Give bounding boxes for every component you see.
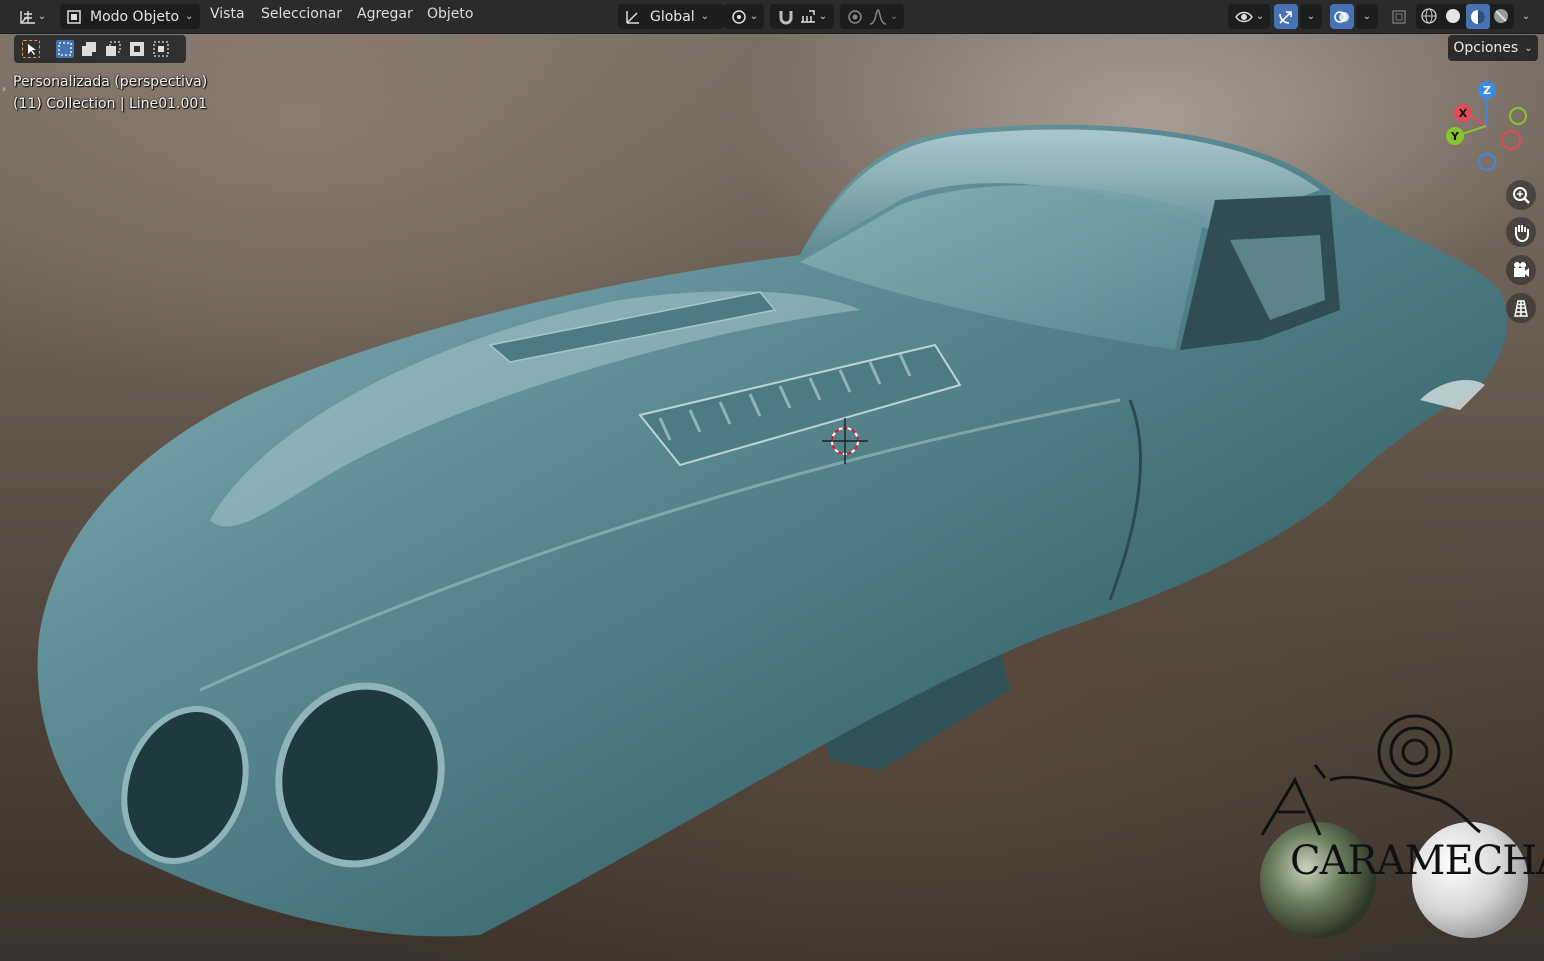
cursor-arrow-icon bbox=[28, 44, 36, 55]
chevron-down-icon: ⌄ bbox=[1524, 42, 1533, 54]
select-intersect-icon bbox=[153, 41, 169, 57]
xray-toggle-button[interactable] bbox=[1388, 4, 1410, 29]
overlays-toggle-button[interactable] bbox=[1330, 4, 1354, 29]
chevron-down-icon: ⌄ bbox=[185, 11, 194, 22]
proportional-editing-controls[interactable]: ⌄ bbox=[840, 4, 904, 29]
zoom-button[interactable] bbox=[1506, 180, 1536, 210]
view-name-label: Personalizada (perspectiva) bbox=[13, 74, 208, 90]
overlays-icon bbox=[1334, 10, 1349, 23]
xray-icon bbox=[1392, 9, 1406, 24]
mode-dropdown[interactable]: Modo Objeto ⌄ bbox=[60, 4, 200, 29]
pivot-icon bbox=[732, 9, 746, 24]
pan-button[interactable] bbox=[1506, 217, 1536, 247]
object-mode-icon bbox=[67, 9, 81, 24]
wireframe-sphere-icon bbox=[1421, 8, 1437, 24]
options-label: Opciones bbox=[1453, 40, 1519, 56]
chevron-down-icon: ⌄ bbox=[1521, 11, 1531, 22]
falloff-curve-icon bbox=[869, 8, 886, 25]
solid-shading-button[interactable] bbox=[1444, 7, 1462, 29]
snap-increment-icon bbox=[800, 9, 815, 23]
gizmo-toggle-button[interactable] bbox=[1274, 4, 1298, 29]
toolbar-expand-icon[interactable]: › bbox=[2, 84, 6, 95]
menu-objeto[interactable]: Objeto bbox=[423, 6, 477, 22]
select-mode-subtract-button[interactable] bbox=[104, 40, 122, 58]
transform-orientation-label: Global bbox=[650, 8, 695, 25]
select-mode-new-button[interactable] bbox=[56, 40, 74, 58]
mode-label: Modo Objeto bbox=[90, 8, 180, 25]
transform-orientation-dropdown[interactable]: Global ⌄ bbox=[618, 4, 724, 29]
chevron-down-icon: ⌄ bbox=[889, 11, 899, 22]
editor-type-button[interactable]: ⌄ bbox=[14, 4, 50, 29]
gizmo-arrow-icon bbox=[1279, 10, 1292, 24]
select-new-icon bbox=[58, 42, 72, 56]
select-invert-icon bbox=[130, 42, 144, 56]
hand-icon bbox=[1515, 225, 1529, 242]
solid-sphere-icon bbox=[1446, 9, 1460, 23]
visibility-dropdown[interactable]: ⌄ bbox=[1228, 4, 1270, 29]
watermark-text: CARAMECHA bbox=[1290, 838, 1544, 884]
rendered-shading-button[interactable] bbox=[1492, 7, 1510, 29]
chevron-down-icon: ⌄ bbox=[1362, 11, 1372, 22]
gizmo-axis-z[interactable]: Z bbox=[1478, 81, 1496, 99]
rendered-sphere-icon bbox=[1494, 9, 1508, 23]
chevron-down-icon: ⌄ bbox=[700, 11, 710, 22]
proportional-edit-icon bbox=[848, 9, 862, 24]
menu-vista[interactable]: Vista bbox=[206, 6, 249, 22]
material-sphere-icon bbox=[1471, 9, 1485, 24]
viewport-header: ⌄ Modo Objeto ⌄ Vista Seleccionar Agrega… bbox=[0, 0, 1544, 34]
orientation-axes-icon bbox=[626, 10, 639, 24]
wireframe-shading-button[interactable] bbox=[1420, 7, 1438, 29]
overlays-dropdown[interactable]: ⌄ bbox=[1356, 4, 1378, 29]
zoom-icon bbox=[1513, 187, 1530, 204]
chevron-down-icon: ⌄ bbox=[37, 11, 47, 22]
camera-view-button[interactable] bbox=[1506, 255, 1536, 285]
gizmo-axis-y[interactable]: Y bbox=[1446, 127, 1464, 145]
options-dropdown[interactable]: Opciones ⌄ bbox=[1448, 35, 1538, 61]
pivot-point-dropdown[interactable]: ⌄ bbox=[724, 4, 764, 29]
select-subtract-icon bbox=[106, 41, 121, 56]
car-body-model[interactable] bbox=[0, 0, 1544, 961]
shading-dropdown[interactable]: ⌄ bbox=[1516, 4, 1536, 29]
collection-info-label: (11) Collection | Line01.001 bbox=[13, 96, 208, 112]
axes-grid-icon bbox=[20, 10, 35, 24]
snap-controls[interactable]: ⌄ bbox=[770, 4, 834, 29]
gizmo-axis-x[interactable]: X bbox=[1454, 104, 1472, 122]
grid-perspective-icon bbox=[1514, 300, 1528, 317]
3d-viewport[interactable]: Personalizada (perspectiva) (11) Collect… bbox=[0, 0, 1544, 961]
select-extend-icon bbox=[82, 42, 96, 56]
chevron-down-icon: ⌄ bbox=[1255, 11, 1265, 22]
material-preview-shading-button[interactable] bbox=[1466, 4, 1490, 29]
perspective-toggle-button[interactable] bbox=[1506, 293, 1536, 323]
shading-mode-group bbox=[1416, 4, 1514, 29]
chevron-down-icon: ⌄ bbox=[818, 11, 828, 22]
select-tool-button[interactable] bbox=[22, 40, 40, 58]
magnet-icon bbox=[779, 10, 793, 24]
menu-seleccionar[interactable]: Seleccionar bbox=[257, 6, 346, 22]
chevron-down-icon: ⌄ bbox=[749, 11, 759, 22]
camera-icon bbox=[1514, 262, 1529, 277]
select-mode-invert-button[interactable] bbox=[128, 40, 146, 58]
snail-logo-icon bbox=[1260, 714, 1481, 836]
selection-tool-row bbox=[14, 35, 186, 63]
menu-agregar[interactable]: Agregar bbox=[353, 6, 417, 22]
select-mode-extend-button[interactable] bbox=[80, 40, 98, 58]
gizmo-dropdown[interactable]: ⌄ bbox=[1300, 4, 1322, 29]
select-mode-intersect-button[interactable] bbox=[152, 40, 170, 58]
chevron-down-icon: ⌄ bbox=[1306, 11, 1316, 22]
eye-icon bbox=[1234, 11, 1253, 22]
